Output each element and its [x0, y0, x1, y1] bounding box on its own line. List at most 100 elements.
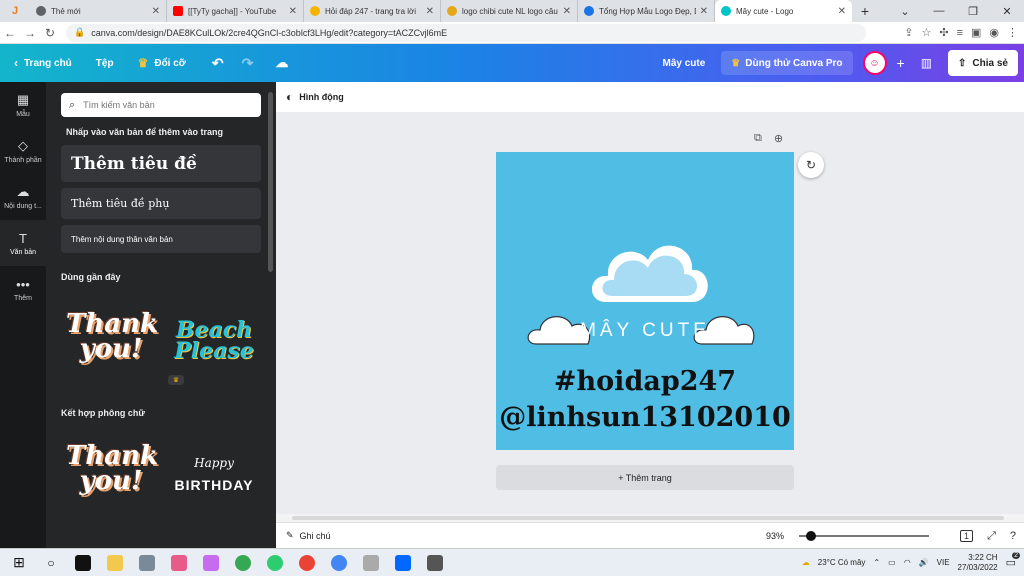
rail-item-more[interactable]: ••• Thêm: [0, 266, 46, 312]
add-page-icon[interactable]: ⊕: [774, 132, 783, 145]
help-icon[interactable]: ?: [1010, 530, 1016, 542]
zoom-slider-knob[interactable]: [805, 531, 816, 541]
search-icon[interactable]: ○: [38, 549, 64, 577]
chrome-profile-icon[interactable]: [294, 549, 320, 577]
browser-tab-2[interactable]: [[TyTy gacha]] - YouTube ✕: [167, 0, 304, 22]
document-title[interactable]: Mây cute: [662, 58, 705, 69]
happy-birthday-combo[interactable]: BIRTHDAY: [168, 478, 260, 492]
add-collaborator-icon[interactable]: +: [897, 55, 905, 71]
beach-please-sticker[interactable]: Beach Please: [172, 319, 256, 362]
camera-icon[interactable]: [134, 549, 160, 577]
close-tab-icon[interactable]: ✕: [563, 6, 571, 17]
weather-text[interactable]: 23°C Có mây: [818, 558, 866, 567]
start-icon[interactable]: ⊞: [6, 549, 32, 577]
regenerate-button[interactable]: ↻: [798, 152, 824, 178]
share-page-icon[interactable]: ⇪: [904, 26, 913, 39]
tab-search-icon[interactable]: ⌄: [888, 0, 922, 22]
file-explorer-icon[interactable]: [102, 549, 128, 577]
browser-tab-4[interactable]: logo chibi cute NL logo câu ✕: [441, 0, 578, 22]
rail-item-templates[interactable]: ▦ Mẫu: [0, 82, 46, 128]
browser-tab-5[interactable]: Tổng Hợp Mẫu Logo Đẹp, D ✕: [578, 0, 715, 22]
avatar[interactable]: ☺: [862, 51, 887, 75]
rail-item-elements[interactable]: ◇ Thành phần: [0, 128, 46, 174]
resize-button[interactable]: ♛ Đổi cỡ: [138, 56, 186, 70]
notes-button[interactable]: Ghi chú: [300, 531, 331, 541]
extensions-icon[interactable]: ✣: [939, 26, 948, 39]
rail-label: Mẫu: [16, 111, 30, 118]
add-heading-button[interactable]: Thêm tiêu đề: [61, 145, 261, 182]
capcut-icon[interactable]: [70, 549, 96, 577]
network-icon[interactable]: ▭: [888, 558, 896, 567]
add-page-button[interactable]: + Thêm trang: [496, 465, 794, 490]
redo-button[interactable]: ↷: [242, 55, 254, 72]
design-page[interactable]: MÂY CUTE #hoidap247 @linhsun13102010: [496, 152, 794, 450]
chrome-profile2-icon[interactable]: [326, 549, 352, 577]
reading-list-icon[interactable]: ≡: [957, 27, 963, 39]
reload-icon[interactable]: ↻: [40, 26, 60, 40]
minimize-icon[interactable]: —: [922, 0, 956, 22]
forward-icon[interactable]: →: [20, 26, 40, 40]
scroll-thumb[interactable]: [292, 516, 1004, 520]
close-tab-icon[interactable]: ✕: [152, 6, 160, 17]
game-app-icon[interactable]: [166, 549, 192, 577]
add-subheading-button[interactable]: Thêm tiêu đề phụ: [61, 188, 261, 219]
fullscreen-icon[interactable]: ⤢: [987, 530, 996, 543]
new-tab-button[interactable]: +: [852, 0, 878, 22]
insights-icon[interactable]: ▥: [921, 56, 932, 70]
thank-you-sticker[interactable]: Thank you!: [66, 311, 158, 362]
undo-button[interactable]: ↶: [212, 55, 224, 72]
language-indicator[interactable]: VIE: [937, 558, 950, 567]
url-field[interactable]: 🔒 canva.com/design/DAE8KCulLOk/2cre4QGnC…: [66, 23, 866, 42]
gacha-app-icon[interactable]: [198, 549, 224, 577]
app-icon-2[interactable]: [358, 549, 384, 577]
back-icon[interactable]: ←: [0, 26, 20, 40]
wifi-icon[interactable]: ◠: [904, 558, 911, 567]
clock[interactable]: 3:22 CH 27/03/2022: [958, 553, 998, 572]
zoom-value[interactable]: 93%: [766, 531, 784, 541]
page-count-button[interactable]: 1: [960, 530, 974, 542]
rail-item-uploads[interactable]: ☁ Nội dung t...: [0, 174, 46, 220]
home-button[interactable]: ‹ Trang chủ: [14, 56, 72, 70]
close-window-icon[interactable]: ✕: [990, 0, 1024, 22]
volume-icon[interactable]: 🔊: [919, 558, 929, 567]
site-icon: [584, 6, 594, 16]
zalo-icon[interactable]: [390, 549, 416, 577]
bookmark-star-icon[interactable]: ☆: [921, 26, 931, 39]
handle-text[interactable]: @linhsun13102010: [496, 402, 794, 433]
search-input[interactable]: [83, 100, 244, 110]
chrome-icon[interactable]: [230, 549, 256, 577]
panel-scrollbar[interactable]: [268, 92, 273, 272]
app-icon[interactable]: [262, 549, 288, 577]
sidebar-icon[interactable]: ▣: [971, 26, 981, 39]
close-tab-icon[interactable]: ✕: [700, 6, 708, 17]
close-tab-icon[interactable]: ✕: [426, 6, 434, 17]
close-tab-icon[interactable]: ✕: [289, 6, 297, 17]
add-body-text-button[interactable]: Thêm nội dung thân văn bản: [61, 225, 261, 253]
notification-icon[interactable]: ▭ 2: [1006, 552, 1020, 569]
share-button[interactable]: ⇧ Chia sẻ: [948, 50, 1018, 76]
rail-item-text[interactable]: T Văn bản: [0, 220, 46, 266]
thank-you-combo[interactable]: Thank you!: [66, 443, 158, 494]
file-menu-button[interactable]: Tệp: [96, 58, 114, 69]
logo-text[interactable]: MÂY CUTE: [496, 320, 794, 342]
try-pro-button[interactable]: ♛ Dùng thử Canva Pro: [721, 51, 853, 75]
profile-icon[interactable]: ◉: [989, 26, 999, 39]
notification-count: 2: [1012, 552, 1020, 559]
restore-icon[interactable]: ❐: [956, 0, 990, 22]
crown-icon: ♛: [137, 56, 149, 70]
chevron-up-icon[interactable]: ⌃: [873, 558, 880, 567]
zoom-slider[interactable]: [799, 531, 930, 541]
animate-button[interactable]: Hình động: [299, 92, 344, 102]
browser-tab-1[interactable]: Thẻ mới ✕: [30, 0, 167, 22]
browser-tab-3[interactable]: Hỏi đáp 247 - trang tra lời ✕: [304, 0, 441, 22]
search-box[interactable]: ⌕: [61, 93, 261, 117]
close-tab-icon[interactable]: ✕: [838, 6, 846, 17]
horizontal-scrollbar[interactable]: [276, 514, 1024, 522]
calculator-icon[interactable]: [422, 549, 448, 577]
hashtag-text[interactable]: #hoidap247: [496, 366, 794, 397]
duplicate-page-icon[interactable]: ⧉: [754, 132, 762, 145]
pinned-tab[interactable]: J: [0, 0, 30, 22]
browser-tab-6[interactable]: Mây cute - Logo ✕: [715, 0, 852, 22]
happy-text: Happy: [194, 456, 234, 470]
menu-icon[interactable]: ⋮: [1007, 26, 1018, 39]
